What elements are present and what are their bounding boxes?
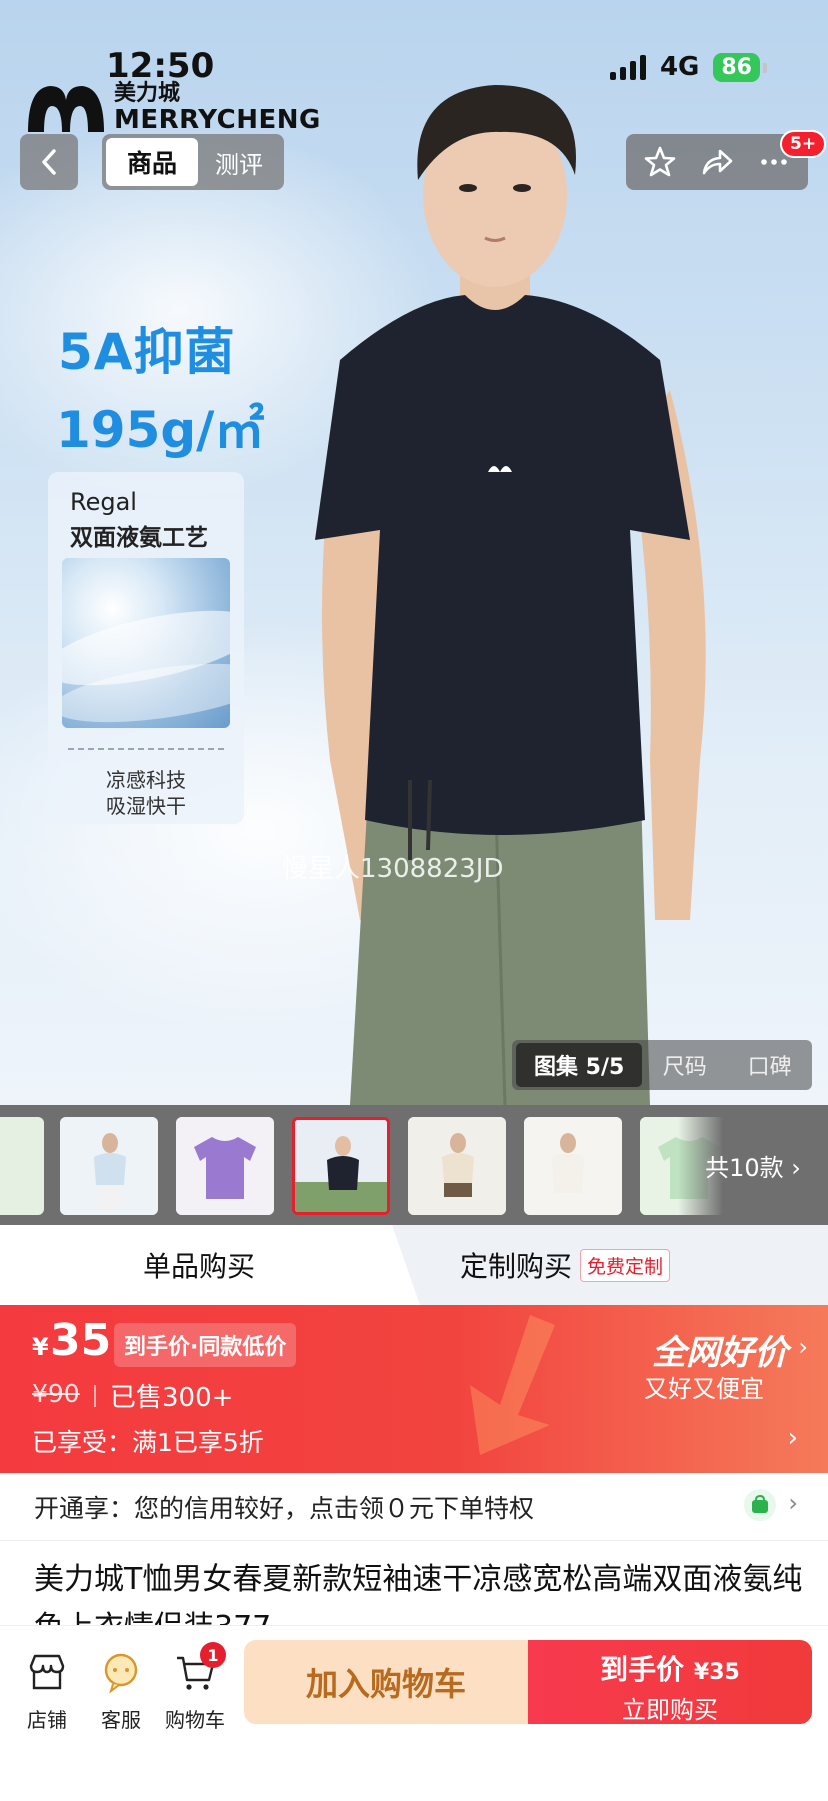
discount-info: 已享受：满1已享5折 (32, 1428, 264, 1457)
variant-thumbnail[interactable] (176, 1117, 274, 1215)
header-tab-switch: 商品 测评 (102, 134, 284, 190)
feature-card-subtitle: 双面液氨工艺 (70, 525, 208, 551)
feature-card-line3: 凉感科技 (106, 768, 186, 792)
best-price-subtitle: 又好又便宜 (644, 1375, 764, 1403)
tab-gallery-reviews[interactable]: 口碑 (727, 1049, 812, 1081)
brand-name-en: MERRYCHENG (114, 105, 321, 135)
chevron-right-icon: › (787, 1423, 798, 1453)
store-icon (29, 1654, 65, 1690)
promo-fabric-weight: 195g/㎡ (56, 401, 265, 459)
price-label: 到手价·同款低价 (114, 1323, 297, 1367)
add-to-cart-button[interactable]: 加入购物车 (244, 1640, 528, 1724)
feature-card: Regal 双面液氨工艺 凉感科技 吸湿快干 (48, 472, 244, 824)
best-price-title: 全网好价 (652, 1333, 788, 1373)
tab-custom-purchase[interactable]: 定制购买 免费定制 (460, 1225, 671, 1305)
purchase-mode-tabs: 单品购买 定制购买 免费定制 (0, 1225, 828, 1305)
watermark-text: 慢星人1308823JD (282, 854, 504, 884)
network-type: 4G (659, 52, 700, 82)
buy-now-price-value: ¥35 (693, 1660, 740, 1685)
store-label: 店铺 (27, 1708, 67, 1732)
original-price: ¥90 (32, 1379, 80, 1408)
tab-custom-purchase-label: 定制购买 (460, 1250, 573, 1283)
cart-label: 购物车 (165, 1708, 225, 1732)
product-title: 美力城T恤男女春夏新款短袖速干凉感宽松高端双面液氨纯色上衣情侣装377 (34, 1562, 803, 1632)
store-button[interactable]: 店铺 (12, 1650, 82, 1733)
more-variants-link[interactable]: 共10款 › (678, 1105, 828, 1225)
price-banner[interactable]: ¥ 35 到手价·同款低价 ¥90 已售300+ 已享受：满1已享5折 全网好价… (0, 1305, 828, 1473)
back-button[interactable] (20, 134, 78, 190)
tab-product[interactable]: 商品 (106, 138, 198, 186)
message-badge: 5+ (780, 130, 827, 158)
fabric-image (62, 558, 230, 728)
product-hero-image[interactable]: 12:50 4G 86 美力城 MERRYCHENG 商品 测评 5+ 5A抑菌… (0, 0, 828, 1105)
customer-service-label: 客服 (101, 1708, 141, 1732)
variant-thumbnails: 共10款 › (0, 1105, 828, 1225)
signal-icon (609, 54, 646, 80)
promo-antibacterial: 5A抑菌 (58, 323, 236, 381)
bottom-action-bar: 店铺 客服 购物车 1 加入购物车 到手价 ¥35 立即购买 (0, 1625, 828, 1801)
brand-name-cn: 美力城 (114, 81, 181, 106)
customer-service-icon (104, 1653, 138, 1694)
feature-card-title: Regal (70, 488, 137, 516)
buy-now-button[interactable]: 到手价 ¥35 立即购买 (528, 1640, 812, 1724)
feature-card-line4: 吸湿快干 (106, 794, 186, 818)
variant-thumbnail[interactable] (408, 1117, 506, 1215)
battery-level: 86 (713, 52, 767, 82)
variant-thumbnail[interactable] (60, 1117, 158, 1215)
buy-now-price-label: 到手价 (600, 1653, 685, 1686)
buy-now-label: 立即购买 (622, 1696, 718, 1724)
price-amount: 35 (50, 1315, 112, 1366)
status-bar-right: 4G 86 (609, 52, 767, 82)
model-figure (315, 85, 706, 1105)
decorative-arrow (470, 1315, 555, 1455)
gallery-tabs: 图集 5/5 尺码 口碑 (512, 1040, 812, 1090)
divider (68, 748, 224, 750)
wallet-icon (744, 1489, 776, 1521)
tab-single-purchase[interactable]: 单品购买 (0, 1225, 420, 1305)
credit-offer-row[interactable]: 开通享：您的信用较好，点击领０元下单特权 › (0, 1473, 828, 1541)
chevron-right-icon: › (798, 1333, 808, 1361)
credit-offer-text: 开通享：您的信用较好，点击领０元下单特权 (34, 1494, 535, 1523)
tab-review[interactable]: 测评 (198, 145, 280, 180)
sold-count: 已售300+ (110, 1383, 234, 1413)
share-icon[interactable] (700, 145, 734, 179)
tab-gallery-images[interactable]: 图集 5/5 (516, 1043, 643, 1087)
price-currency: ¥ (32, 1333, 49, 1361)
buy-now-price: 到手价 ¥35 (528, 1648, 812, 1688)
customer-service-button[interactable]: 客服 (86, 1650, 156, 1733)
tab-gallery-size[interactable]: 尺码 (642, 1049, 727, 1081)
chevron-right-icon: › (788, 1489, 798, 1517)
back-arrow-icon (42, 149, 56, 175)
variant-thumbnail[interactable] (0, 1117, 44, 1215)
divider (94, 1385, 96, 1407)
free-customize-tag: 免费定制 (580, 1248, 671, 1282)
brand-logo: 美力城 MERRYCHENG (26, 78, 321, 134)
variant-thumbnail-selected[interactable] (292, 1117, 390, 1215)
variant-thumbnail[interactable] (524, 1117, 622, 1215)
cart-count-badge: 1 (200, 1642, 226, 1668)
brand-logo-icon (28, 86, 104, 132)
star-favorite-icon[interactable] (643, 145, 677, 179)
